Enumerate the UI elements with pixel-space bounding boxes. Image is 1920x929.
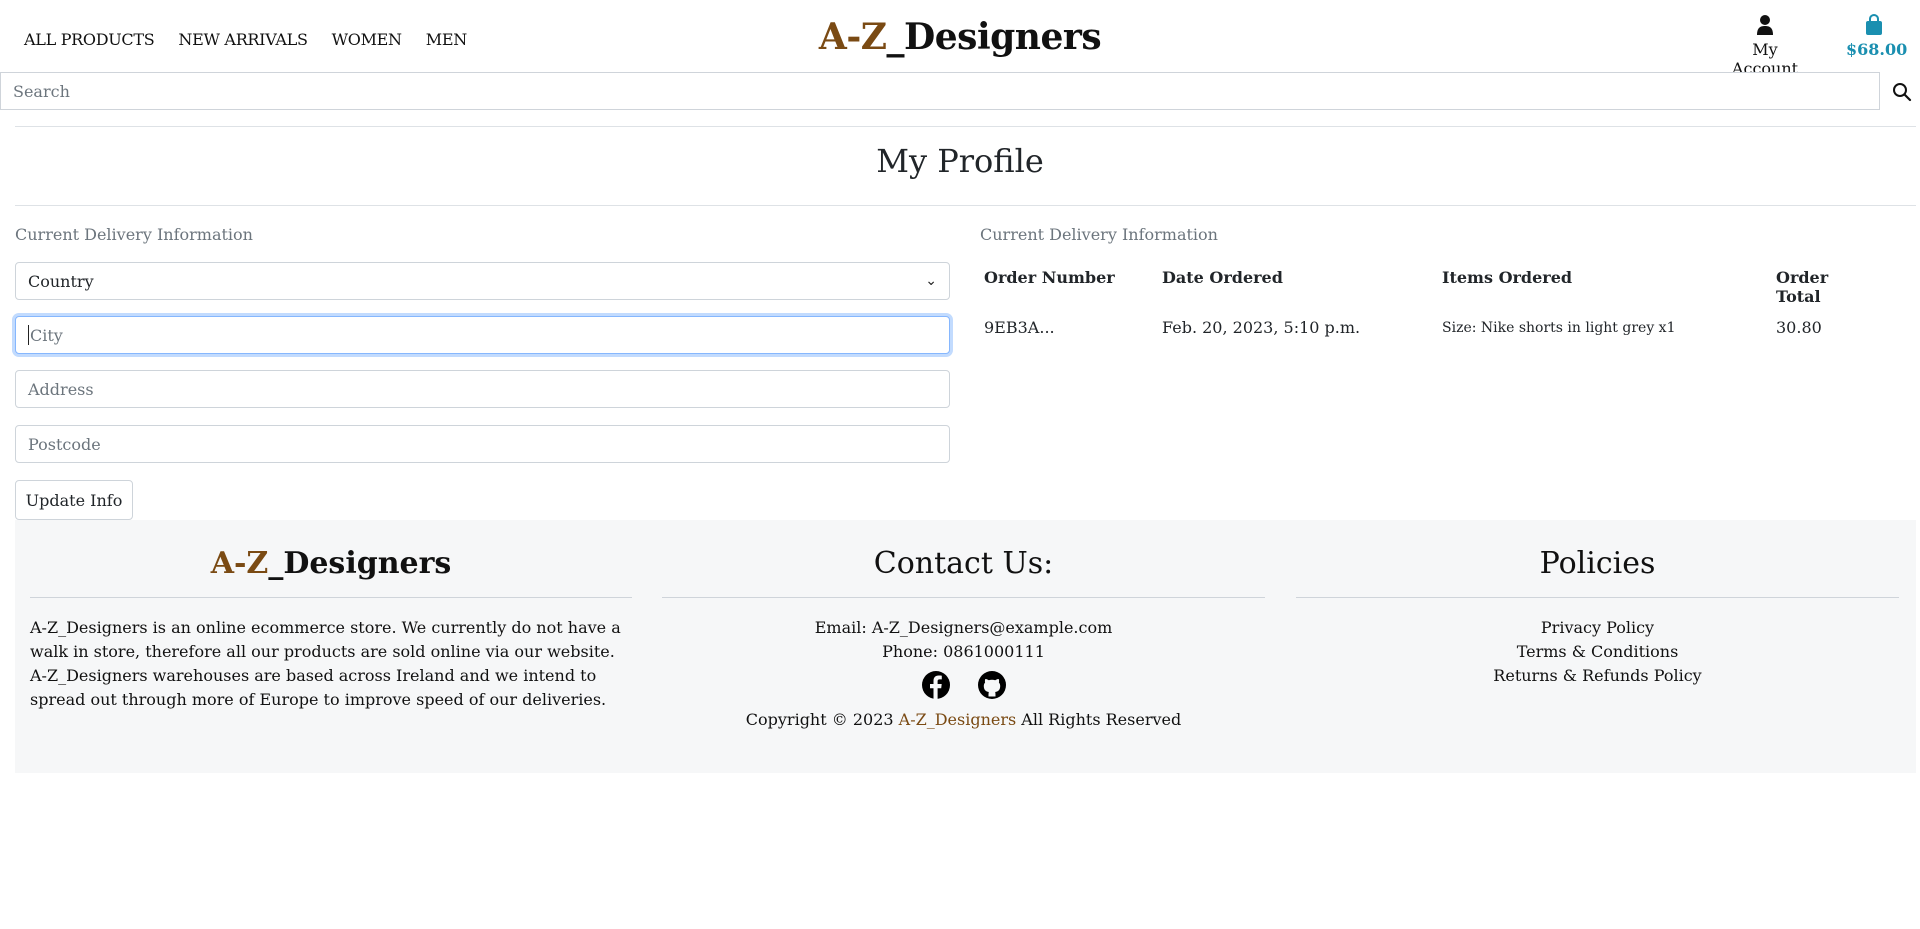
facebook-icon[interactable] bbox=[921, 670, 951, 700]
contact-email: Email: A-Z_Designers@example.com bbox=[814, 618, 1113, 637]
footer-policies: Policies Privacy Policy Terms & Conditio… bbox=[1296, 520, 1899, 773]
table-header-row: Order Number Date Ordered Items Ordered … bbox=[980, 262, 1860, 312]
update-info-button[interactable]: Update Info bbox=[15, 480, 133, 520]
divider bbox=[15, 126, 1916, 127]
postcode-placeholder: Postcode bbox=[28, 434, 101, 454]
header-order-total: Order Total bbox=[1776, 268, 1829, 306]
policy-links: Privacy Policy Terms & Conditions Return… bbox=[1296, 616, 1899, 688]
github-icon[interactable] bbox=[977, 670, 1007, 700]
contact-details: Email: A-Z_Designers@example.com Phone: … bbox=[662, 616, 1265, 664]
order-items: Size: Nike shorts in light grey x1 bbox=[1442, 320, 1676, 336]
site-logo[interactable]: A-Z_Designers bbox=[0, 16, 1920, 58]
table-row: 9EB3A... Feb. 20, 2023, 5:10 p.m. Size: … bbox=[980, 312, 1860, 343]
cart-total: $68.00 bbox=[1846, 40, 1908, 59]
my-account-link[interactable]: My Account bbox=[1722, 14, 1808, 78]
search-bar bbox=[0, 72, 1920, 110]
country-selected-value: Country bbox=[28, 271, 94, 291]
footer-logo-az: A-Z bbox=[210, 546, 269, 581]
page-title: My Profile bbox=[876, 142, 1044, 180]
divider bbox=[15, 205, 1916, 206]
terms-conditions-link[interactable]: Terms & Conditions bbox=[1296, 640, 1899, 664]
header-date-ordered: Date Ordered bbox=[1162, 268, 1283, 287]
logo-designers: _Designers bbox=[886, 16, 1102, 58]
order-total: 30.80 bbox=[1776, 318, 1822, 337]
header-items-ordered: Items Ordered bbox=[1442, 268, 1573, 287]
contact-phone: Phone: 0861000111 bbox=[882, 642, 1045, 661]
address-placeholder: Address bbox=[28, 379, 94, 399]
copyright-prefix: Copyright © 2023 bbox=[745, 710, 899, 729]
orders-table: Order Number Date Ordered Items Ordered … bbox=[980, 262, 1860, 343]
country-select[interactable]: Country ⌄ bbox=[15, 262, 950, 300]
contact-title: Contact Us: bbox=[873, 546, 1054, 581]
address-input[interactable]: Address bbox=[15, 370, 950, 408]
city-placeholder: City bbox=[30, 325, 63, 345]
top-bar: ALL PRODUCTS NEW ARRIVALS WOMEN MEN A-Z_… bbox=[0, 0, 1920, 78]
about-text: A-Z_Designers is an online ecommerce sto… bbox=[30, 618, 621, 709]
copyright: Copyright © 2023 A-Z_Designers All Right… bbox=[662, 710, 1265, 729]
order-number[interactable]: 9EB3A... bbox=[980, 312, 1158, 343]
social-links bbox=[662, 670, 1265, 700]
chevron-down-icon: ⌄ bbox=[925, 273, 937, 289]
header-order-number: Order Number bbox=[984, 268, 1115, 287]
person-icon bbox=[1757, 15, 1773, 35]
city-input[interactable]: City bbox=[15, 316, 950, 354]
footer-contact: Contact Us: Email: A-Z_Designers@example… bbox=[662, 520, 1265, 773]
copyright-suffix: All Rights Reserved bbox=[1016, 710, 1182, 729]
privacy-policy-link[interactable]: Privacy Policy bbox=[1296, 616, 1899, 640]
divider bbox=[30, 597, 632, 598]
footer: A-Z_Designers A-Z_Designers is an online… bbox=[15, 520, 1916, 773]
cart-link[interactable]: $68.00 bbox=[1846, 14, 1907, 59]
order-date: Feb. 20, 2023, 5:10 p.m. bbox=[1162, 318, 1361, 337]
footer-brand: A-Z_Designers bbox=[30, 546, 632, 581]
divider bbox=[662, 597, 1265, 598]
logo-az: A-Z bbox=[818, 16, 887, 58]
shopping-bag-icon bbox=[1866, 14, 1882, 35]
policies-title: Policies bbox=[1539, 546, 1656, 581]
footer-about: A-Z_Designers A-Z_Designers is an online… bbox=[30, 520, 632, 773]
returns-refunds-link[interactable]: Returns & Refunds Policy bbox=[1296, 664, 1899, 688]
orders-section-label: Current Delivery Information bbox=[980, 225, 1218, 244]
search-input[interactable] bbox=[0, 72, 1880, 110]
delivery-section-label: Current Delivery Information bbox=[15, 225, 253, 244]
search-icon[interactable] bbox=[1892, 82, 1912, 102]
footer-logo-designers: _Designers bbox=[268, 546, 452, 581]
postcode-input[interactable]: Postcode bbox=[15, 425, 950, 463]
divider bbox=[1296, 597, 1899, 598]
text-cursor bbox=[28, 325, 29, 345]
copyright-brand: A-Z_Designers bbox=[898, 710, 1017, 729]
